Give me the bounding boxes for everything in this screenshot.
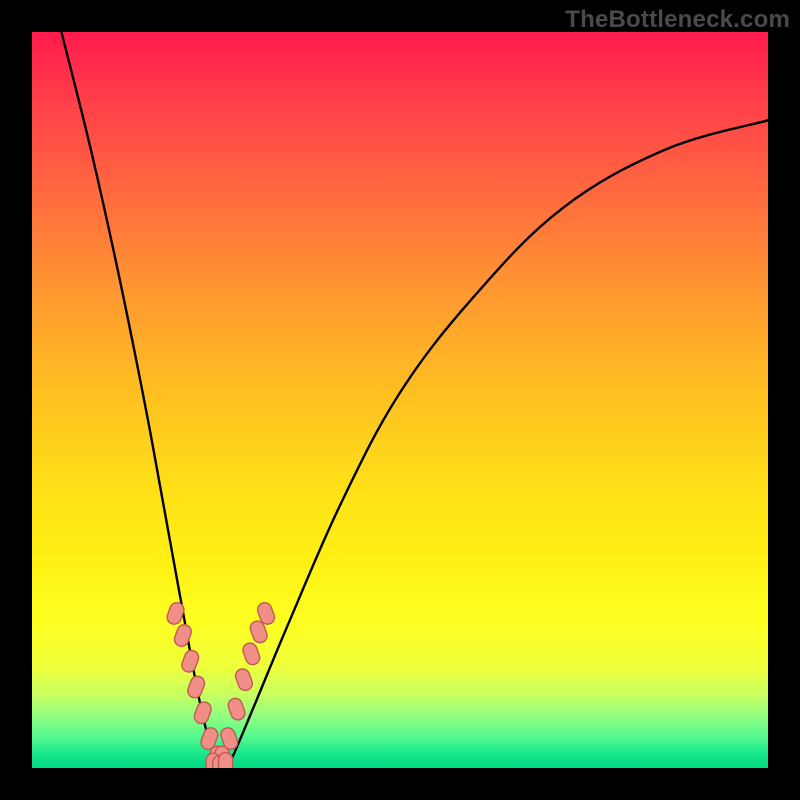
- curve-marker: [234, 667, 255, 692]
- watermark-text: TheBottleneck.com: [565, 6, 790, 34]
- marker-layer: [165, 601, 276, 768]
- chart-svg: [32, 32, 768, 768]
- curve-marker: [192, 700, 213, 725]
- curve-marker: [219, 753, 233, 768]
- main-curve: [61, 32, 768, 768]
- curve-marker: [173, 623, 194, 648]
- curve-marker: [186, 674, 207, 699]
- curve-marker: [180, 649, 201, 674]
- plot-area: [32, 32, 768, 768]
- curve-marker: [226, 696, 247, 721]
- chart-frame: TheBottleneck.com: [0, 0, 800, 800]
- curve-layer: [61, 32, 768, 768]
- curve-marker: [241, 641, 262, 666]
